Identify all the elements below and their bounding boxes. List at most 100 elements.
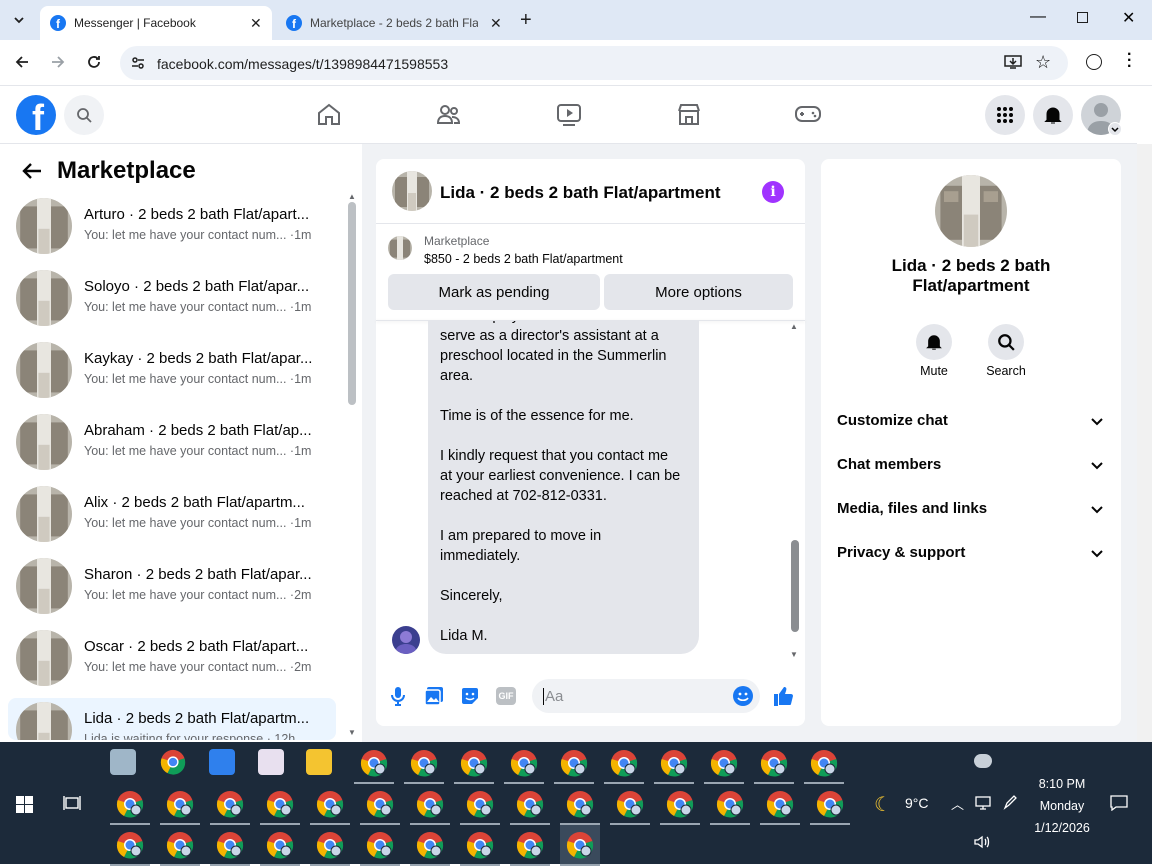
back-arrow-icon[interactable] [22,162,42,180]
tab-messenger[interactable]: f Messenger | Facebook ✕ [40,6,272,40]
taskbar-chrome-window-icon[interactable] [510,825,550,865]
conversation-item[interactable]: Sharon · 2 beds 2 bath Flat/apar... You: … [8,554,336,622]
volume-icon[interactable] [974,835,990,849]
paint-app-icon[interactable] [258,749,284,775]
fb-search-icon[interactable] [64,95,104,135]
weather-temperature[interactable]: 9°C [905,795,929,811]
taskbar-chrome-window-icon[interactable] [660,784,700,824]
chevron-down-icon[interactable] [1090,414,1104,428]
video-icon[interactable] [556,101,584,129]
taskbar-chrome-window-icon[interactable] [110,825,150,865]
reload-icon[interactable] [86,54,102,70]
search-conversation-button[interactable] [988,324,1024,360]
more-options-button[interactable]: More options [604,274,793,310]
taskbar-chrome-window-icon[interactable] [110,784,150,824]
marketplace-icon[interactable] [676,101,704,129]
maximize-window-icon[interactable] [1077,12,1088,23]
bookmark-star-icon[interactable]: ☆ [1035,52,1051,73]
customize-chat-section[interactable]: Customize chat [837,412,948,429]
pen-icon[interactable] [1002,795,1018,811]
browser-menu-icon[interactable]: · · · [1127,47,1132,75]
weather-moon-icon[interactable]: ☾ [874,792,892,817]
listing-detail[interactable]: $850 - 2 beds 2 bath Flat/apartment [424,252,623,266]
photo-gallery-icon[interactable] [424,686,444,706]
chat-members-section[interactable]: Chat members [837,456,941,473]
taskbar-chrome-window-icon[interactable] [654,743,694,783]
close-window-icon[interactable]: ✕ [1122,8,1135,28]
taskbar-chrome-window-icon[interactable] [804,743,844,783]
taskbar-chrome-window-icon[interactable] [260,784,300,824]
taskbar-chrome-window-icon[interactable] [610,784,650,824]
taskbar-chrome-window-icon[interactable] [410,825,450,865]
photos-app-icon[interactable] [209,749,235,775]
install-app-icon[interactable] [1004,54,1022,70]
taskbar-chrome-window-icon[interactable] [604,743,644,783]
taskbar-chrome-window-icon[interactable] [760,784,800,824]
site-settings-icon[interactable] [130,55,146,71]
chat-listing-avatar[interactable] [392,171,432,211]
info-listing-avatar[interactable] [935,175,1007,247]
message-scrollbar[interactable]: ▲ ▼ [789,322,803,662]
mute-button[interactable] [916,324,952,360]
notifications-bell-icon[interactable] [1033,95,1073,135]
page-scrollbar[interactable] [1137,144,1152,742]
taskbar-chrome-window-icon[interactable] [210,784,250,824]
chevron-down-icon[interactable] [1090,546,1104,560]
taskbar-chrome-window-icon[interactable] [310,825,350,865]
friends-icon[interactable] [436,101,464,129]
conversation-list-scrollbar[interactable]: ▲ ▼ [345,192,359,740]
taskbar-chrome-window-icon[interactable] [260,825,300,865]
profile-icon[interactable] [1086,54,1102,70]
file-explorer-icon[interactable] [306,749,332,775]
home-icon[interactable] [316,101,344,129]
taskbar-chrome-window-icon[interactable] [454,743,494,783]
gif-icon[interactable]: GIF [496,687,516,705]
thumbs-up-icon[interactable] [772,685,794,707]
conversation-item[interactable]: Arturo · 2 beds 2 bath Flat/apart... You:… [8,194,336,262]
taskbar-chrome-window-icon[interactable] [310,784,350,824]
taskbar-chrome-window-icon[interactable] [404,743,444,783]
taskbar-chrome-window-icon[interactable] [554,743,594,783]
onedrive-icon[interactable] [974,754,992,768]
sender-avatar[interactable] [392,626,420,654]
emoji-icon[interactable] [733,686,753,706]
new-tab-plus-icon[interactable]: + [520,9,532,32]
close-tab-icon[interactable]: ✕ [490,15,502,32]
chrome-app-icon[interactable] [160,749,186,775]
facebook-logo-icon[interactable]: f [16,95,56,135]
privacy-support-section[interactable]: Privacy & support [837,544,965,561]
taskbar-chrome-window-icon[interactable] [354,743,394,783]
gaming-icon[interactable] [794,101,822,129]
listing-thumbnail[interactable] [388,236,412,260]
microphone-icon[interactable] [390,686,406,706]
conversation-item[interactable]: Alix · 2 beds 2 bath Flat/apartm... You: … [8,482,336,550]
conversation-item[interactable]: Lida · 2 beds 2 bath Flat/apartm... Lida … [8,698,336,740]
taskbar-chrome-window-icon[interactable] [560,825,600,865]
menu-grid-icon[interactable] [985,95,1025,135]
conversation-item[interactable]: Kaykay · 2 beds 2 bath Flat/apar... You: … [8,338,336,406]
taskbar-chrome-window-icon[interactable] [560,784,600,824]
chevron-down-icon[interactable] [1090,502,1104,516]
taskbar-chrome-window-icon[interactable] [710,784,750,824]
taskbar-chrome-window-icon[interactable] [160,784,200,824]
taskbar-chrome-window-icon[interactable] [360,825,400,865]
taskbar-chrome-window-icon[interactable] [360,784,400,824]
taskbar-chrome-window-icon[interactable] [510,784,550,824]
notepad-app-icon[interactable] [110,749,136,775]
task-view-icon[interactable] [63,795,81,811]
back-arrow-icon[interactable] [14,54,30,70]
chevron-down-icon[interactable] [1090,458,1104,472]
conversation-item[interactable]: Soloyo · 2 beds 2 bath Flat/apar... You: … [8,266,336,334]
conversation-item[interactable]: Oscar · 2 beds 2 bath Flat/apart... You: … [8,626,336,694]
conversation-info-icon[interactable]: i [762,181,784,203]
system-clock[interactable]: 8:10 PM Monday 1/12/2026 [1028,773,1096,839]
minimize-window-icon[interactable]: — [1030,8,1046,26]
taskbar-chrome-window-icon[interactable] [160,825,200,865]
mark-as-pending-button[interactable]: Mark as pending [388,274,600,310]
taskbar-chrome-window-icon[interactable] [460,825,500,865]
taskbar-chrome-window-icon[interactable] [504,743,544,783]
taskbar-chrome-window-icon[interactable] [410,784,450,824]
tab-marketplace[interactable]: f Marketplace - 2 beds 2 bath Fla ✕ [276,6,510,40]
notification-center-icon[interactable] [1110,795,1128,811]
taskbar-chrome-window-icon[interactable] [210,825,250,865]
